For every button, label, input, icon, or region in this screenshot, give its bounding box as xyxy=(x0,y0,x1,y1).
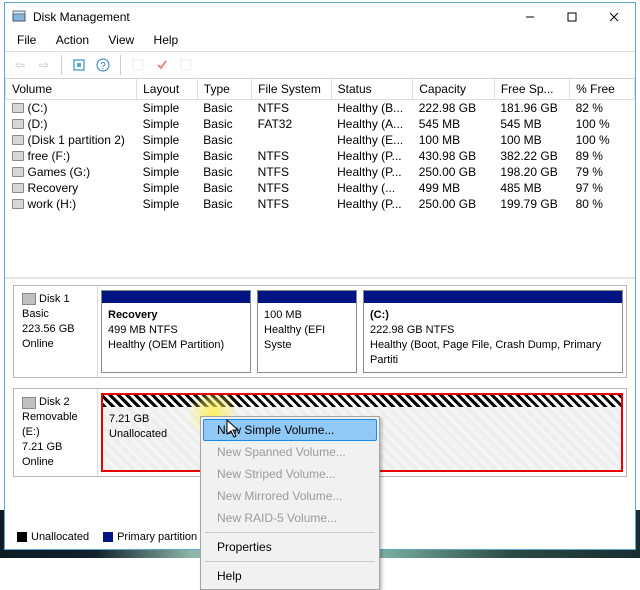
maximize-button[interactable] xyxy=(551,3,593,31)
col-status[interactable]: Status xyxy=(331,79,413,100)
menu-new-striped-volume[interactable]: New Striped Volume... xyxy=(203,463,377,485)
table-row[interactable]: (D:)SimpleBasicFAT32Healthy (A...545 MB5… xyxy=(6,116,635,132)
drive-icon xyxy=(12,103,24,113)
drive-icon xyxy=(12,135,24,145)
toolbar-help-button[interactable]: ? xyxy=(92,54,114,76)
menu-view[interactable]: View xyxy=(100,31,142,49)
legend: Unallocated Primary partition xyxy=(17,531,197,543)
partition-recovery[interactable]: Recovery 499 MB NTFS Healthy (OEM Partit… xyxy=(101,290,251,373)
drive-icon xyxy=(12,119,24,129)
partition-header xyxy=(364,291,622,303)
menu-new-spanned-volume[interactable]: New Spanned Volume... xyxy=(203,441,377,463)
app-icon xyxy=(11,9,27,25)
volume-table[interactable]: Volume Layout Type File System Status Ca… xyxy=(5,79,635,212)
table-row[interactable]: RecoverySimpleBasicNTFSHealthy (...499 M… xyxy=(6,180,635,196)
toolbar-separator xyxy=(120,55,121,75)
menu-help[interactable]: Help xyxy=(146,31,187,49)
disk-icon xyxy=(22,293,36,305)
toolbar-action3-button[interactable] xyxy=(175,54,197,76)
nav-back-button[interactable]: ⇦ xyxy=(9,54,31,76)
legend-label-primary: Primary partition xyxy=(117,531,197,543)
col-volume[interactable]: Volume xyxy=(6,79,137,100)
menubar: File Action View Help xyxy=(5,31,635,51)
menu-help[interactable]: Help xyxy=(203,565,377,587)
toolbar-separator xyxy=(61,55,62,75)
table-row[interactable]: Games (G:)SimpleBasicNTFSHealthy (P...25… xyxy=(6,164,635,180)
nav-forward-button[interactable]: ⇨ xyxy=(33,54,55,76)
col-freespace[interactable]: Free Sp... xyxy=(494,79,569,100)
col-capacity[interactable]: Capacity xyxy=(413,79,495,100)
menu-separator xyxy=(205,532,375,533)
disk-label: Disk 1 Basic 223.56 GB Online xyxy=(14,286,98,377)
legend-swatch-unallocated xyxy=(17,532,27,542)
legend-label-unallocated: Unallocated xyxy=(31,531,89,543)
table-row[interactable]: (C:)SimpleBasicNTFSHealthy (B...222.98 G… xyxy=(6,100,635,117)
drive-icon xyxy=(12,167,24,177)
table-row[interactable]: (Disk 1 partition 2)SimpleBasicHealthy (… xyxy=(6,132,635,148)
menu-new-simple-volume[interactable]: New Simple Volume... xyxy=(203,419,377,441)
svg-text:?: ? xyxy=(100,61,106,72)
partition-header xyxy=(258,291,356,303)
partition-c[interactable]: (C:) 222.98 GB NTFS Healthy (Boot, Page … xyxy=(363,290,623,373)
drive-icon xyxy=(12,199,24,209)
toolbar-action2-button[interactable] xyxy=(151,54,173,76)
col-pctfree[interactable]: % Free xyxy=(570,79,635,100)
menu-properties[interactable]: Properties xyxy=(203,536,377,558)
legend-swatch-primary xyxy=(103,532,113,542)
disk-row-1[interactable]: Disk 1 Basic 223.56 GB Online Recovery 4… xyxy=(13,285,627,378)
partition-header-unallocated xyxy=(103,395,621,407)
titlebar[interactable]: Disk Management xyxy=(5,3,635,31)
menu-action[interactable]: Action xyxy=(48,31,97,49)
col-filesystem[interactable]: File System xyxy=(252,79,331,100)
drive-icon xyxy=(12,183,24,193)
drive-icon xyxy=(12,151,24,161)
partition-header xyxy=(102,291,250,303)
close-button[interactable] xyxy=(593,3,635,31)
disk-icon xyxy=(22,397,36,409)
col-type[interactable]: Type xyxy=(197,79,251,100)
toolbar: ⇦ ⇨ ? xyxy=(5,51,635,79)
partition-efi[interactable]: 100 MB Healthy (EFI Syste xyxy=(257,290,357,373)
table-row[interactable]: free (F:)SimpleBasicNTFSHealthy (P...430… xyxy=(6,148,635,164)
menu-file[interactable]: File xyxy=(9,31,44,49)
col-layout[interactable]: Layout xyxy=(137,79,198,100)
menu-new-raid5-volume[interactable]: New RAID-5 Volume... xyxy=(203,507,377,529)
toolbar-refresh-button[interactable] xyxy=(68,54,90,76)
disk-label: Disk 2 Removable (E:) 7.21 GB Online xyxy=(14,389,98,475)
toolbar-action1-button[interactable] xyxy=(127,54,149,76)
context-menu: New Simple Volume... New Spanned Volume.… xyxy=(200,416,380,590)
menu-new-mirrored-volume[interactable]: New Mirrored Volume... xyxy=(203,485,377,507)
window-title: Disk Management xyxy=(33,10,509,24)
table-row[interactable]: work (H:)SimpleBasicNTFSHealthy (P...250… xyxy=(6,196,635,212)
minimize-button[interactable] xyxy=(509,3,551,31)
menu-separator xyxy=(205,561,375,562)
